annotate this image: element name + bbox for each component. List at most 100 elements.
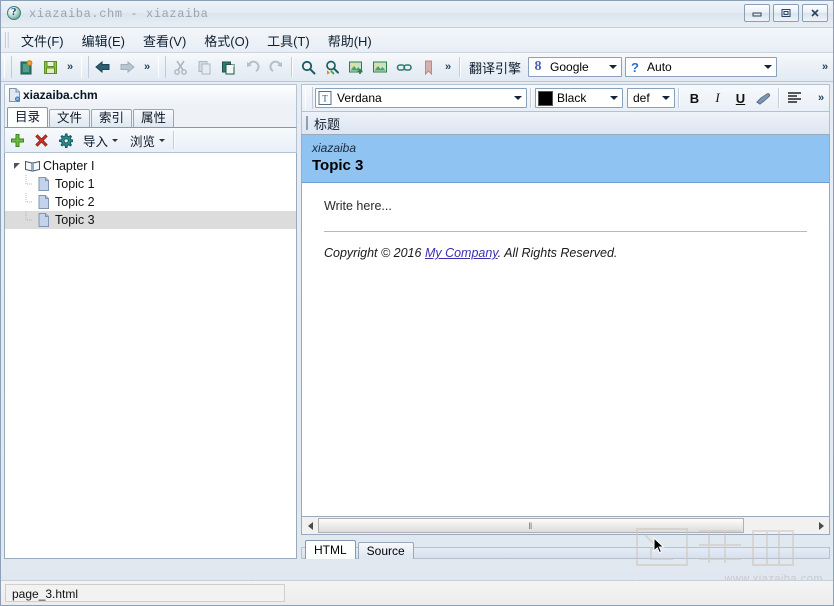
- insert-image-icon[interactable]: [344, 55, 368, 79]
- search-icon[interactable]: [296, 55, 320, 79]
- minimize-button[interactable]: [744, 4, 770, 22]
- highlight-eraser-icon[interactable]: [752, 87, 775, 109]
- browse-dropdown[interactable]: 浏览: [124, 129, 171, 151]
- menu-tools[interactable]: 工具(T): [258, 29, 319, 52]
- translate-engine-label: 翻译引擎: [464, 58, 528, 77]
- file-header: xiazaiba.chm: [4, 84, 297, 105]
- new-document-icon[interactable]: [14, 55, 38, 79]
- menu-edit[interactable]: 编辑(E): [73, 29, 134, 52]
- scroll-right-button[interactable]: [813, 518, 829, 533]
- translate-language-combo[interactable]: ? Auto: [625, 57, 777, 77]
- tab-html[interactable]: HTML: [305, 540, 356, 559]
- left-pane: xiazaiba.chm 目录 文件 索引 属性: [4, 84, 297, 559]
- toolbar-separator-2: [459, 57, 461, 77]
- document-horizontal-scrollbar[interactable]: ‖: [301, 517, 830, 535]
- question-mark-icon: ?: [626, 60, 644, 75]
- tree-node-topic-1[interactable]: Topic 1: [5, 175, 296, 193]
- tree-node-topic-2[interactable]: Topic 2: [5, 193, 296, 211]
- tree-branch-line-2: [23, 193, 35, 211]
- window-title: xiazaiba.chm - xiazaiba: [29, 7, 208, 21]
- copyright-prefix: Copyright © 2016: [324, 246, 425, 260]
- main-body: xiazaiba.chm 目录 文件 索引 属性: [1, 82, 833, 559]
- tab-index[interactable]: 索引: [91, 109, 132, 127]
- tab-source[interactable]: Source: [358, 542, 414, 559]
- page-icon-3: [35, 213, 53, 227]
- document-title: Topic 3: [312, 157, 819, 174]
- cut-icon: [168, 55, 192, 79]
- contents-tree[interactable]: Chapter I Topic 1: [4, 153, 297, 559]
- chevron-down-icon-2[interactable]: [760, 58, 776, 76]
- font-family-combo[interactable]: T Verdana: [315, 88, 527, 108]
- align-left-icon[interactable]: [783, 87, 806, 109]
- toolbar-overflow-3[interactable]: »: [440, 55, 456, 79]
- bold-button[interactable]: B: [683, 87, 706, 109]
- book-icon: [23, 160, 41, 172]
- chevron-down-icon-font[interactable]: [510, 89, 526, 107]
- browse-label: 浏览: [130, 131, 155, 150]
- insert-link-icon[interactable]: [392, 55, 416, 79]
- google-icon: 8: [529, 59, 547, 75]
- scroll-thumb[interactable]: ‖: [318, 518, 744, 533]
- translate-engine-combo[interactable]: 8 Google: [528, 57, 622, 77]
- help-globe-icon: ?: [7, 6, 23, 22]
- company-link[interactable]: My Company: [425, 246, 498, 260]
- chevron-down-icon-size[interactable]: [658, 89, 674, 107]
- tree-node-topic-3[interactable]: Topic 3: [5, 211, 296, 229]
- editor-separator-2: [678, 88, 680, 108]
- bookmark-icon: [416, 55, 440, 79]
- add-plus-icon[interactable]: [5, 129, 29, 151]
- delete-cross-icon[interactable]: [29, 129, 53, 151]
- underline-button[interactable]: U: [729, 87, 752, 109]
- copyright-suffix: . All Rights Reserved.: [498, 246, 618, 260]
- tree-node-label-2: Topic 2: [53, 195, 95, 209]
- document-divider: [324, 231, 807, 232]
- toolbar-overflow-1[interactable]: »: [62, 55, 78, 79]
- tab-contents[interactable]: 目录: [7, 107, 48, 127]
- page-title-label: 标题: [314, 114, 340, 133]
- italic-button[interactable]: I: [706, 87, 729, 109]
- maximize-button[interactable]: [773, 4, 799, 22]
- file-name: xiazaiba.chm: [23, 88, 98, 102]
- toolbar-grip-2[interactable]: [81, 56, 89, 78]
- forward-arrow-icon: [115, 55, 139, 79]
- back-arrow-icon[interactable]: [91, 55, 115, 79]
- chevron-down-icon[interactable]: [605, 58, 621, 76]
- font-color-combo[interactable]: Black: [535, 88, 623, 108]
- paste-icon[interactable]: [216, 55, 240, 79]
- image-properties-icon[interactable]: [368, 55, 392, 79]
- font-size-combo[interactable]: def: [627, 88, 675, 108]
- font-color-value: Black: [554, 91, 606, 105]
- toolbar-overflow-2[interactable]: »: [139, 55, 155, 79]
- menu-view[interactable]: 查看(V): [134, 29, 195, 52]
- expander-icon[interactable]: [11, 162, 23, 170]
- close-button[interactable]: [802, 4, 828, 22]
- search-replace-icon[interactable]: [320, 55, 344, 79]
- tree-toolbar-separator: [173, 131, 175, 149]
- editor-bottom-tabs: HTML Source: [301, 539, 830, 559]
- gear-icon[interactable]: [53, 129, 77, 151]
- chevron-down-icon-color[interactable]: [606, 89, 622, 107]
- toolbar-overflow-4[interactable]: »: [817, 55, 833, 79]
- scroll-track[interactable]: ‖: [318, 518, 813, 533]
- scroll-left-button[interactable]: [302, 518, 318, 533]
- document-body[interactable]: Write here... Copyright © 2016 My Compan…: [302, 183, 829, 260]
- tab-files[interactable]: 文件: [49, 109, 90, 127]
- toolbar-grip-3[interactable]: [158, 56, 166, 78]
- toolbar-grip[interactable]: [4, 56, 12, 78]
- document-preview[interactable]: xiazaiba Topic 3 Write here... Copyright…: [301, 134, 830, 517]
- editor-toolbar-grip[interactable]: [305, 87, 313, 109]
- tree-node-chapter[interactable]: Chapter I: [5, 157, 296, 175]
- menu-help[interactable]: 帮助(H): [319, 29, 381, 52]
- import-dropdown[interactable]: 导入: [77, 129, 124, 151]
- page-title-field[interactable]: 标题: [301, 112, 830, 134]
- menu-file[interactable]: 文件(F): [12, 29, 73, 52]
- editor-toolbar-overflow[interactable]: »: [813, 86, 829, 110]
- editor-toolbar: T Verdana Black def: [301, 84, 830, 112]
- color-swatch-icon: [536, 91, 554, 106]
- application-window: ? xiazaiba.chm - xiazaiba 文件(F) 编辑(E) 查看…: [0, 0, 834, 606]
- translate-language-value: Auto: [644, 60, 760, 74]
- save-icon[interactable]: [38, 55, 62, 79]
- font-size-value: def: [628, 91, 658, 105]
- tab-properties[interactable]: 属性: [133, 109, 174, 127]
- menu-format[interactable]: 格式(O): [195, 29, 258, 52]
